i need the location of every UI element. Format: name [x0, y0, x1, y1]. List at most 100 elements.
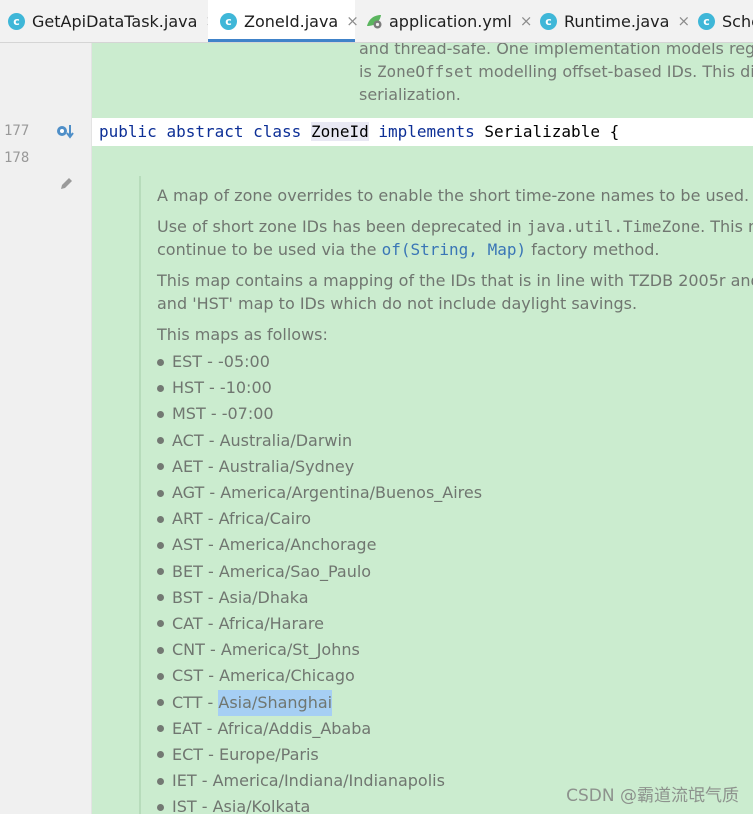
zone-code: CNT	[172, 640, 205, 660]
list-item: CTT - Asia/Shanghai	[157, 689, 753, 716]
list-item: HST - -10:00	[157, 375, 753, 401]
rendered-javadoc-previous: and thread-safe. One implementation mode…	[92, 43, 753, 118]
zone-id: -10:00	[219, 378, 272, 398]
line-number-gutter: 177 178	[0, 43, 92, 814]
code-line-class-declaration[interactable]: public abstract class ZoneId implements …	[92, 120, 753, 144]
zone-code: ART	[172, 509, 203, 529]
zone-code: AGT	[172, 483, 205, 503]
zone-id: Europe/Paris	[219, 744, 319, 764]
close-icon[interactable]: ×	[677, 12, 690, 30]
zone-id: Australia/Sydney	[218, 456, 355, 476]
tab-getapidatatask[interactable]: c GetApiDataTask.java ×	[0, 0, 218, 42]
bullet-icon	[157, 358, 164, 366]
zone-code: IST	[172, 797, 197, 814]
list-item: ART - Africa/Cairo	[157, 506, 753, 532]
list-item: BET - America/Sao_Paulo	[157, 559, 753, 585]
tab-label: Sche	[722, 11, 753, 31]
list-item: ACT - Australia/Darwin	[157, 428, 753, 454]
zone-id: America/Chicago	[219, 666, 355, 686]
bullet-icon	[157, 489, 164, 497]
zone-code: HST	[172, 378, 204, 398]
list-item: AGT - America/Argentina/Buenos_Aires	[157, 480, 753, 506]
list-item: ECT - Europe/Paris	[157, 742, 753, 768]
doc-paragraph: Use of short zone IDs has been deprecate…	[157, 217, 753, 259]
watermark: CSDN @霸道流氓气质	[566, 786, 739, 806]
list-item: CNT - America/St_Johns	[157, 637, 753, 663]
zone-separator: -	[205, 404, 222, 424]
yaml-file-icon	[367, 15, 382, 29]
zone-id: Africa/Addis_Ababa	[217, 718, 372, 738]
tab-zoneid[interactable]: c ZoneId.java ×	[208, 0, 359, 42]
list-item: AET - Australia/Sydney	[157, 454, 753, 480]
java-class-icon: c	[8, 12, 25, 30]
bullet-icon	[157, 699, 164, 707]
zone-separator: -	[203, 666, 220, 686]
zone-id: Africa/Harare	[218, 613, 324, 633]
line-number: 178	[4, 150, 30, 166]
tab-application-yml[interactable]: application.yml ×	[357, 0, 532, 42]
class-name[interactable]: ZoneId	[310, 122, 369, 141]
inline-code: java.util.TimeZone	[526, 217, 701, 236]
zone-separator: -	[203, 430, 220, 450]
zone-code: EAT	[172, 718, 202, 738]
method-link[interactable]: of(String, Map)	[382, 240, 527, 259]
code-rest: Serializable {	[484, 122, 620, 141]
doc-paragraph: This map contains a mapping of the IDs t…	[157, 271, 753, 313]
keyword-public: public	[99, 122, 157, 141]
zone-separator: -	[203, 744, 220, 764]
zone-separator: -	[196, 771, 213, 791]
tab-label: ZoneId.java	[244, 11, 339, 31]
zone-separator: -	[202, 535, 219, 555]
bullet-icon	[157, 725, 164, 733]
zone-id: Asia/Shanghai	[218, 689, 333, 716]
tab-label: Runtime.java	[564, 11, 670, 31]
zone-code: AET	[172, 456, 203, 476]
bullet-icon	[157, 437, 164, 445]
code-editor[interactable]: and thread-safe. One implementation mode…	[92, 43, 753, 814]
zone-separator: -	[201, 718, 218, 738]
edit-doc-icon[interactable]	[58, 176, 74, 192]
bullet-icon	[157, 620, 164, 628]
bullet-icon	[157, 568, 164, 576]
list-item: BST - Asia/Dhaka	[157, 585, 753, 611]
zone-code: MST	[172, 404, 206, 424]
list-item: CAT - Africa/Harare	[157, 611, 753, 637]
implements-marker-icon[interactable]	[56, 123, 76, 141]
list-item: EST - -05:00	[157, 349, 753, 375]
zone-code: EST	[172, 352, 203, 372]
bullet-icon	[157, 803, 164, 811]
zone-id: America/Sao_Paulo	[218, 561, 372, 581]
bullet-icon	[157, 751, 164, 759]
editor-tab-bar: c GetApiDataTask.java × c ZoneId.java × …	[0, 0, 753, 43]
zone-id: America/Argentina/Buenos_Aires	[220, 483, 483, 503]
zone-id: Australia/Darwin	[219, 430, 353, 450]
bullet-icon	[157, 384, 164, 392]
keyword-implements: implements	[378, 122, 475, 141]
bullet-icon	[157, 672, 164, 680]
zone-separator: -	[204, 640, 221, 660]
keyword-abstract: abstract	[166, 122, 244, 141]
bullet-icon	[157, 463, 164, 471]
zone-code: ECT	[172, 744, 204, 764]
zone-id: America/Anchorage	[218, 535, 377, 555]
line-number: 177	[4, 123, 30, 139]
zone-separator: -	[203, 378, 220, 398]
doc-line: and thread-safe. One implementation mode…	[359, 43, 753, 58]
zone-separator: -	[204, 483, 221, 503]
zone-separator: -	[202, 456, 219, 476]
bullet-icon	[157, 646, 164, 654]
tab-sche[interactable]: c Sche	[690, 0, 753, 42]
bullet-icon	[157, 594, 164, 602]
zone-code: ACT	[172, 430, 204, 450]
zone-id: -07:00	[221, 404, 274, 424]
zone-separator: -	[202, 509, 219, 529]
zone-code: CAT	[172, 613, 203, 633]
tab-runtime[interactable]: c Runtime.java ×	[531, 0, 690, 42]
zone-separator: -	[202, 692, 219, 712]
keyword-class: class	[253, 122, 302, 141]
java-class-icon: c	[698, 12, 715, 30]
list-item: MST - -07:00	[157, 401, 753, 427]
doc-line: is ZoneOffset modelling offset-based IDs…	[359, 62, 753, 81]
zone-code: AST	[172, 535, 203, 555]
list-item: EAT - Africa/Addis_Ababa	[157, 716, 753, 742]
